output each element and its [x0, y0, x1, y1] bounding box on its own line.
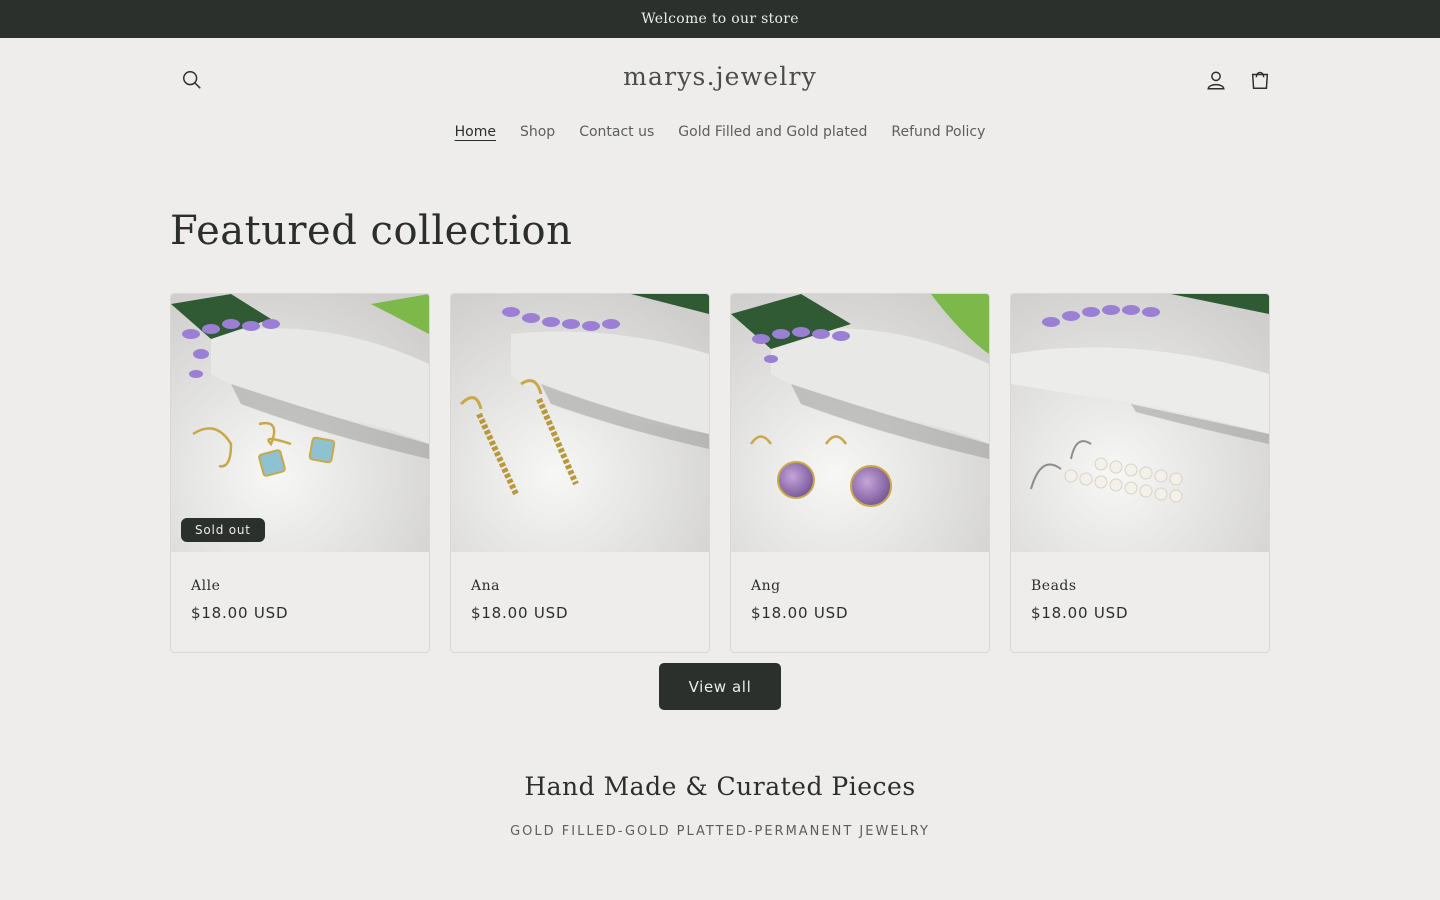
- nav-item-contact[interactable]: Contact us: [567, 122, 666, 142]
- product-price: $18.00 USD: [751, 604, 849, 622]
- nav-item-gold[interactable]: Gold Filled and Gold plated: [666, 122, 879, 142]
- nav-item-refund[interactable]: Refund Policy: [879, 122, 997, 142]
- sold-out-badge: Sold out: [181, 518, 265, 542]
- announcement-bar: Welcome to our store: [0, 0, 1440, 38]
- product-grid: Sold out Alle $18.00 USD Ana $18.00 USD …: [170, 293, 1270, 653]
- product-image[interactable]: [451, 294, 709, 552]
- handmade-subheading: GOLD FILLED-GOLD PLATTED-PERMANENT JEWEL…: [510, 824, 930, 839]
- product-image[interactable]: Sold out: [171, 294, 429, 552]
- product-image[interactable]: [731, 294, 989, 552]
- product-title[interactable]: Ana: [471, 578, 500, 594]
- cart-icon[interactable]: [1244, 64, 1276, 96]
- view-all-button[interactable]: View all: [659, 663, 781, 710]
- product-price: $18.00 USD: [1031, 604, 1129, 622]
- account-icon[interactable]: [1200, 64, 1232, 96]
- announcement-text: Welcome to our store: [641, 11, 799, 27]
- product-card[interactable]: Beads $18.00 USD: [1010, 293, 1270, 653]
- product-title[interactable]: Alle: [191, 578, 220, 594]
- product-price: $18.00 USD: [471, 604, 569, 622]
- product-image[interactable]: [1011, 294, 1269, 552]
- product-title[interactable]: Beads: [1031, 578, 1077, 594]
- product-card[interactable]: Sold out Alle $18.00 USD: [170, 293, 430, 653]
- product-price: $18.00 USD: [191, 604, 289, 622]
- product-title[interactable]: Ang: [751, 578, 781, 594]
- nav-item-shop[interactable]: Shop: [508, 122, 567, 142]
- featured-heading: Featured collection: [170, 208, 573, 254]
- product-card[interactable]: Ana $18.00 USD: [450, 293, 710, 653]
- handmade-heading: Hand Made & Curated Pieces: [524, 772, 916, 801]
- product-card[interactable]: Ang $18.00 USD: [730, 293, 990, 653]
- nav-item-home[interactable]: Home: [443, 122, 508, 142]
- main-nav: Home Shop Contact us Gold Filled and Gol…: [0, 122, 1440, 142]
